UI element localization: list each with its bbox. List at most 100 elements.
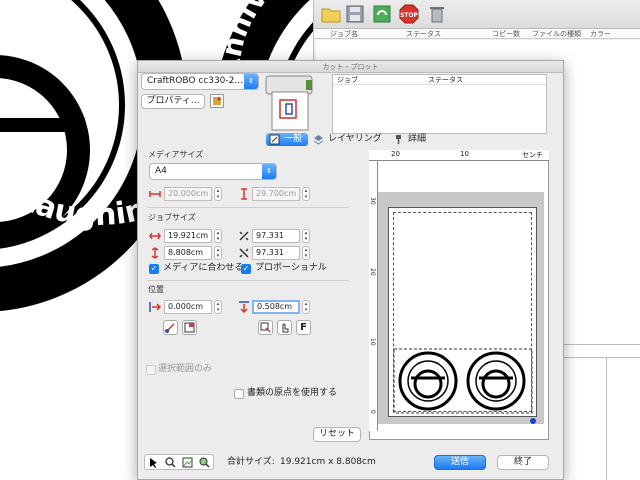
selection-only-checkbox <box>146 365 156 375</box>
divider <box>564 344 640 345</box>
align-page-icon <box>184 322 195 333</box>
job-width-stepper[interactable]: ▴ ▾ <box>214 229 222 243</box>
position-x-stepper[interactable]: ▴ ▾ <box>214 300 222 314</box>
dialog-title: カット・プロット <box>138 61 563 73</box>
stop-icon-label: STOP <box>400 12 419 19</box>
layering-tab-icon <box>313 135 324 145</box>
position-x-field[interactable]: 0.000cm <box>164 300 212 314</box>
origin-marker <box>530 418 536 424</box>
job-size-section-label: ジョブサイズ <box>148 213 196 222</box>
chevron-updown-icon: ⇕ <box>262 164 276 179</box>
cursor-position-button[interactable] <box>277 320 292 335</box>
arrow-pointer-icon[interactable] <box>148 457 159 468</box>
job-artwork-preview[interactable] <box>393 348 533 414</box>
ruler-v-label: 30 <box>369 197 376 205</box>
col-status[interactable]: ステータス <box>406 29 441 39</box>
folder-icon[interactable] <box>320 3 342 25</box>
job-table-col-status[interactable]: ステータス <box>428 75 463 85</box>
section-divider <box>147 207 349 208</box>
job-width-icon <box>149 232 161 240</box>
total-size-value: 19.921cm x 8.808cm <box>280 457 376 467</box>
scale-y-stepper[interactable]: ▴ ▾ <box>302 246 310 260</box>
proportional-checkbox[interactable]: ✓ <box>241 264 251 274</box>
ruler-h-label: 20 <box>391 150 400 158</box>
chevron-updown-icon: ⇕ <box>244 74 258 89</box>
col-copies[interactable]: コピー数 <box>492 29 520 39</box>
screen: ry 202 Anniv The Laughing STOP ジョブ名 ステータ… <box>0 0 640 480</box>
move-to-corner-button[interactable] <box>258 320 273 335</box>
vertical-ruler: 30 20 10 0 <box>369 161 378 431</box>
image-settings-icon[interactable] <box>210 94 224 108</box>
plotter-image <box>265 75 313 131</box>
fit-f-button[interactable]: F <box>296 320 311 335</box>
scale-y-icon <box>239 248 249 258</box>
media-size-select[interactable]: A4 ⇕ <box>149 163 277 180</box>
device-select-value: CraftROBO cc330-2... <box>147 76 243 86</box>
tab-details[interactable]: 詳細 <box>390 133 432 146</box>
job-width-field[interactable]: 19.921cm <box>164 229 212 243</box>
close-button[interactable]: 終了 <box>497 455 549 470</box>
use-document-origin-label: 書類の原点を使用する <box>247 388 338 398</box>
media-width-icon <box>149 191 161 197</box>
device-select[interactable]: CraftROBO cc330-2... ⇕ <box>141 73 259 90</box>
media-size-value: A4 <box>155 166 167 176</box>
job-height-stepper[interactable]: ▴ ▾ <box>214 246 222 260</box>
move-origin-icon <box>165 323 175 333</box>
divider <box>606 357 607 480</box>
position-y-field[interactable]: 0.508cm <box>252 300 300 314</box>
ruler-v-label: 0 <box>369 410 376 414</box>
align-origin-button[interactable] <box>163 320 178 335</box>
move-corner-icon <box>260 322 271 333</box>
job-height-icon <box>151 247 159 259</box>
proportional-label: プロポーショナル <box>255 263 327 273</box>
properties-button[interactable]: プロパティ... <box>141 94 205 109</box>
position-section-label: 位置 <box>148 285 164 294</box>
zoom-icon[interactable] <box>165 457 176 468</box>
align-page-button[interactable] <box>182 320 197 335</box>
scale-x-stepper[interactable]: ▴ ▾ <box>302 229 310 243</box>
job-status-table: ジョブ ステータス <box>332 74 547 134</box>
send-button[interactable]: 送信 <box>434 455 486 470</box>
stop-icon[interactable]: STOP <box>398 3 420 25</box>
tab-layering[interactable]: レイヤリング <box>310 133 388 146</box>
media-height-icon <box>241 188 247 200</box>
media-width-stepper: ▴ ▾ <box>214 187 222 201</box>
save-icon[interactable] <box>344 3 366 25</box>
fit-media-label: メディアに合わせる <box>163 263 244 273</box>
col-job-name[interactable]: ジョブ名 <box>330 29 358 39</box>
queue-toolbar: STOP <box>314 0 640 29</box>
reset-button[interactable]: リセット <box>313 427 361 442</box>
col-color[interactable]: カラー <box>590 29 611 39</box>
scale-y-field[interactable]: 97.331 <box>252 246 300 260</box>
tab-layering-label: レイヤリング <box>328 134 382 144</box>
ruler-v-label: 10 <box>369 338 376 346</box>
job-height-field[interactable]: 8.808cm <box>164 246 212 260</box>
trash-icon[interactable] <box>426 3 448 25</box>
ruler-h-label: 10 <box>460 150 469 158</box>
divider <box>564 357 640 358</box>
total-size-label: 合計サイズ: <box>227 457 275 467</box>
selection-only-label: 選択範囲のみ <box>158 364 213 374</box>
fit-media-checkbox[interactable]: ✓ <box>149 264 159 274</box>
scale-x-field[interactable]: 97.331 <box>252 229 300 243</box>
position-y-stepper[interactable]: ▴ ▾ <box>302 300 310 314</box>
hand-cursor-icon <box>282 323 289 333</box>
tab-details-label: 詳細 <box>408 134 427 144</box>
zoom-page-icon[interactable] <box>199 457 210 468</box>
pos-y-icon <box>239 301 249 313</box>
media-height-field: 29.700cm <box>252 187 300 201</box>
details-tab-icon <box>396 135 401 144</box>
media-size-section-label: メディアサイズ <box>148 150 204 159</box>
ruler-v-label: 20 <box>369 268 376 276</box>
col-file-type[interactable]: ファイルの種類 <box>532 29 581 39</box>
page-area <box>388 207 537 417</box>
media-height-stepper: ▴ ▾ <box>302 187 310 201</box>
tab-general-label: 一般 <box>284 134 303 144</box>
ruler-h-unit: センチ <box>522 151 543 159</box>
fit-image-icon[interactable] <box>182 457 193 468</box>
job-table-col-job[interactable]: ジョブ <box>337 75 358 85</box>
use-document-origin-checkbox[interactable] <box>234 389 244 399</box>
section-divider <box>147 280 349 281</box>
tab-general[interactable]: 一般 <box>266 133 309 146</box>
refresh-icon[interactable] <box>371 3 393 25</box>
